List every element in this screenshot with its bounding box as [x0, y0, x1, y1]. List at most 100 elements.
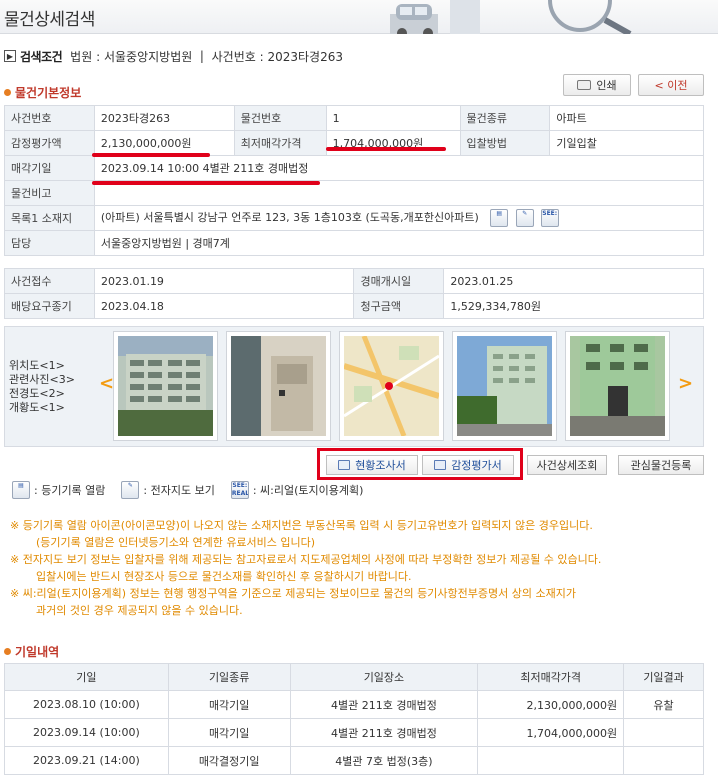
notice-line: ※ 전자지도 보기 정보는 입찰자를 위해 제공되는 참고자료로서 지도제공업체…	[10, 553, 602, 566]
claim-value: 1,529,334,780원	[443, 293, 704, 319]
print-label: 인쇄	[596, 79, 617, 92]
notice-line: 과거의 것인 경우 제공되지 않을 수 있습니다.	[36, 604, 243, 617]
notice-line: ※ 등기기록 열람 아이콘(아이콘모양)이 나오지 않는 소재지번은 부동산목록…	[10, 519, 593, 532]
photo-strip: 위치도<1> 관련사진<3> 전경도<2> 개황도<1> < >	[4, 326, 704, 447]
cell-type: 매각기일	[167, 718, 291, 747]
notice-line: (등기기록 열람은 인터넷등기소와 연계한 유료서비스 입니다)	[36, 536, 316, 549]
photo-thumbnail[interactable]	[226, 331, 331, 441]
registry-view-icon: ▤	[12, 481, 30, 499]
cell-result: 유찰	[623, 690, 704, 719]
item-type-value: 아파트	[549, 105, 704, 131]
cell-date: 2023.09.21 (14:00)	[4, 746, 169, 775]
item-no-value: 1	[325, 105, 461, 131]
cell-price	[477, 746, 625, 775]
column-header: 기일장소	[289, 663, 479, 691]
table-row: 2023.09.21 (14:00) 매각결정기일 4별관 7호 법정(3층)	[4, 746, 704, 775]
cell-type: 매각기일	[167, 690, 291, 719]
sale-date-label: 매각기일	[4, 155, 95, 181]
notice-line: 입찰시에는 반드시 현장조사 등으로 물건소재를 확인하신 후 응찰하시기 바랍…	[36, 570, 412, 583]
cell-place: 4별관 211호 경매법정	[289, 690, 479, 719]
location-label: 목록1 소재지	[4, 205, 95, 231]
back-button[interactable]: < 이전	[638, 74, 704, 96]
legend-photos[interactable]: 관련사진<3>	[9, 373, 97, 387]
annotation-underline	[92, 153, 210, 157]
case-no-value: 2023타경263	[93, 105, 235, 131]
photo-thumbnail[interactable]	[339, 331, 444, 441]
bullet-icon	[4, 89, 11, 96]
annotation-underline	[326, 147, 446, 151]
photo-legend: 위치도<1> 관련사진<3> 전경도<2> 개황도<1>	[9, 359, 97, 415]
column-header: 기일종류	[167, 663, 291, 691]
table-row: 목록1 소재지 (아파트) 서울특별시 강남구 언주로 123, 3동 1층10…	[4, 205, 705, 231]
case-no-label: 사건번호	[4, 105, 95, 131]
location-map	[343, 335, 440, 437]
search-condition: ▶ 검색조건 법원 : 서울중앙지방법원 | 사건번호 : 2023타경263	[4, 47, 343, 65]
photo-thumbnail[interactable]	[565, 331, 670, 441]
cell-type: 매각결정기일	[167, 746, 291, 775]
table-row: 매각기일 2023.09.14 10:00 4별관 211호 경매법정	[4, 155, 705, 181]
search-condition-title: 검색조건	[20, 49, 63, 64]
table-row: 감정평가액 2,130,000,000원 최저매각가격 1,704,000,00…	[4, 130, 704, 156]
schedule-table: 기일 기일종류 기일장소 최저매각가격 기일결과 2023.08.10 (10:…	[4, 663, 704, 775]
schedule-title-text: 기일내역	[15, 645, 60, 659]
location-cell: (아파트) 서울특별시 강남구 언주로 123, 3동 1층103호 (도곡동,…	[93, 205, 705, 231]
next-arrow-icon[interactable]: >	[678, 373, 693, 394]
interest-register-label: 관심물건등록	[630, 459, 692, 472]
back-label: < 이전	[654, 79, 688, 92]
case-detail-label: 사건상세조회	[536, 459, 598, 472]
seereal-icon[interactable]: SEE: REAL	[541, 209, 560, 227]
column-header: 최저매각가격	[477, 663, 625, 691]
min-price-value: 1,704,000,000원	[325, 130, 461, 156]
item-no-label: 물건번호	[233, 105, 327, 131]
claim-label: 청구금액	[353, 293, 445, 319]
print-button[interactable]: 인쇄	[563, 74, 631, 96]
separator: |	[199, 49, 204, 63]
entrance-photo	[570, 336, 665, 436]
seereal-legend-text: : 씨:리얼(토지이용계획)	[252, 484, 364, 497]
annotation-box	[317, 448, 523, 480]
table-row: 사건접수 2023.01.19 경매개시일 2023.01.25	[4, 268, 704, 294]
photo-thumbnail[interactable]	[452, 331, 557, 441]
table-row: 사건번호 2023타경263 물건번호 1 물건종류 아파트	[4, 105, 704, 131]
sale-date-value: 2023.09.14 10:00 4별관 211호 경매법정	[93, 155, 705, 181]
appraisal-value: 2,130,000,000원	[93, 130, 235, 156]
case-detail-button[interactable]: 사건상세조회	[527, 455, 607, 475]
page-title: 물건상세검색	[4, 10, 95, 30]
legend-overview[interactable]: 전경도<2>	[9, 387, 97, 401]
registry-legend-text: : 등기기록 열람	[34, 484, 106, 497]
interior-photo	[231, 336, 326, 436]
case-info-table: 사건접수 2023.01.19 경매개시일 2023.01.25 배당요구종기 …	[4, 268, 704, 319]
cell-place: 4별관 7호 법정(3층)	[289, 746, 479, 775]
table-row: 담당 서울중앙지방법원 | 경매7계	[4, 230, 705, 256]
bid-method-label: 입찰방법	[459, 130, 551, 156]
received-value: 2023.01.19	[93, 268, 355, 294]
cell-price: 1,704,000,000원	[477, 718, 625, 747]
header-illustration	[390, 0, 632, 34]
prev-arrow-icon[interactable]: <	[99, 373, 114, 394]
apartment-photo	[118, 336, 213, 436]
icon-legend: ▤ : 등기기록 열람 ✎ : 전자지도 보기 SEE: REAL : 씨:리얼…	[12, 480, 363, 500]
interest-register-button[interactable]: 관심물건등록	[618, 455, 704, 475]
case-label: 사건번호 :	[211, 49, 264, 64]
notice-line: ※ 씨:리얼(토지이용계획) 정보는 현행 행정구역을 기준으로 제공되는 정보…	[10, 587, 576, 600]
seereal-icon: SEE: REAL	[230, 481, 249, 499]
cell-date: 2023.08.10 (10:00)	[4, 690, 169, 719]
legend-sketch[interactable]: 개황도<1>	[9, 401, 97, 415]
received-label: 사건접수	[4, 268, 95, 294]
item-type-label: 물건종류	[459, 105, 551, 131]
basic-info-title: 물건기본정보	[4, 84, 81, 101]
e-map-icon: ✎	[121, 481, 140, 499]
e-map-icon[interactable]: ✎	[515, 209, 534, 227]
column-header: 기일결과	[623, 663, 704, 691]
annotation-underline	[92, 181, 320, 185]
manager-label: 담당	[4, 230, 95, 256]
arrow-box-icon: ▶	[4, 50, 16, 62]
case-value: 2023타경263	[267, 49, 343, 64]
notice-list: ※ 등기기록 열람 아이콘(아이콘모양)이 나오지 않는 소재지번은 부동산목록…	[10, 517, 710, 619]
photo-thumbnail[interactable]	[113, 331, 218, 441]
table-row: 2023.09.14 (10:00) 매각기일 4별관 211호 경매법정 1,…	[4, 718, 704, 747]
table-header-row: 기일 기일종류 기일장소 최저매각가격 기일결과	[4, 663, 704, 691]
legend-location[interactable]: 위치도<1>	[9, 359, 97, 373]
registry-view-icon[interactable]: ▤	[490, 209, 509, 227]
cell-price: 2,130,000,000원	[477, 690, 625, 719]
